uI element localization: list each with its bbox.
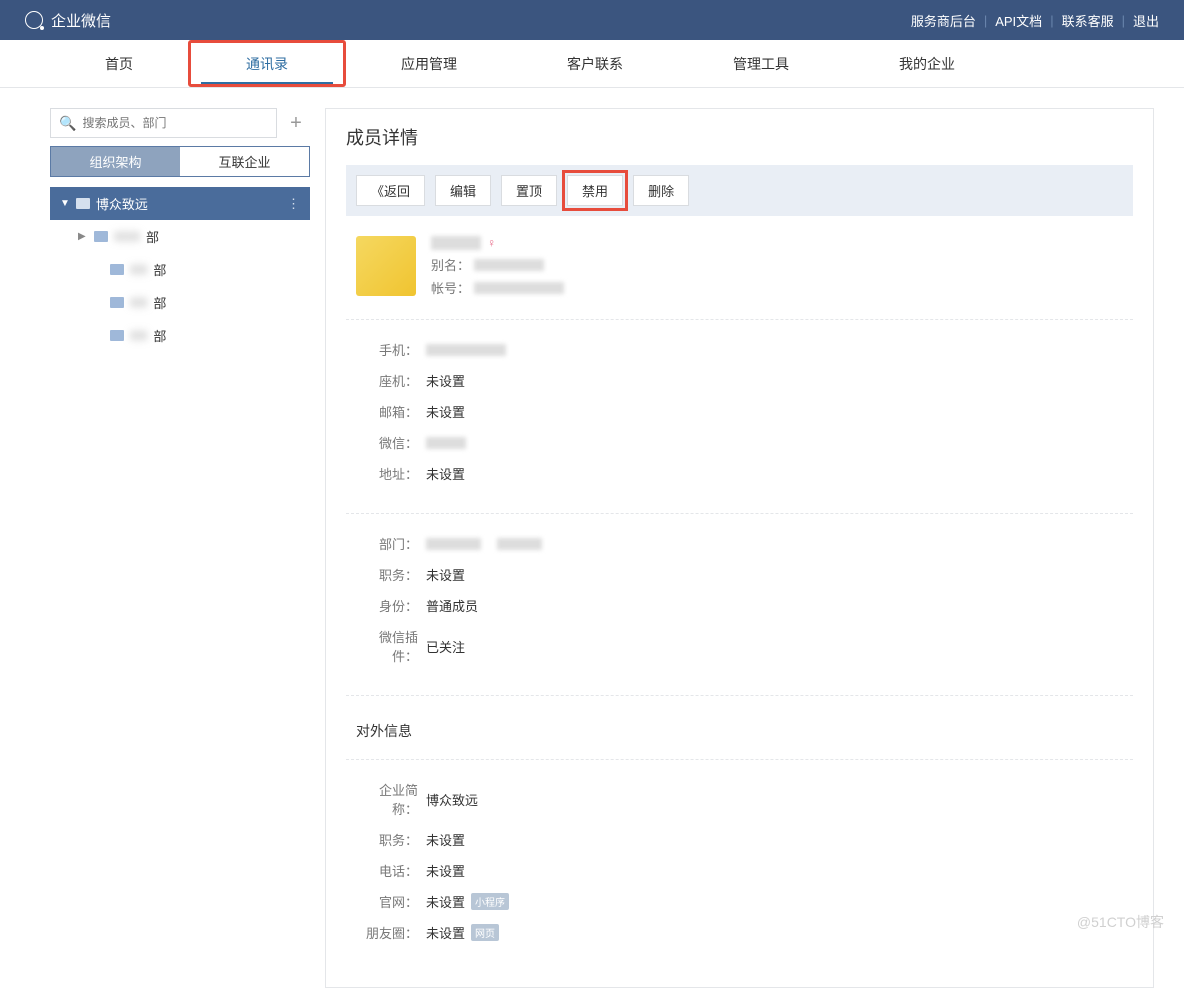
sidebar: 🔍 + 组织架构 互联企业 ▼ 博众致远 ⋮ ▶ XXX部 [50, 108, 310, 988]
brand-text: 企业微信 [51, 10, 111, 31]
search-box[interactable]: 🔍 [50, 108, 277, 138]
ext-company-value: 博众致远 [426, 790, 478, 809]
link-logout[interactable]: 退出 [1133, 11, 1159, 30]
page-title: 成员详情 [346, 124, 1133, 150]
org-tree: ▼ 博众致远 ⋮ ▶ XXX部 XX部 XX部 [50, 187, 310, 352]
gender-icon: ♀ [487, 236, 496, 250]
edit-button[interactable]: 编辑 [435, 175, 491, 206]
back-button[interactable]: 《返回 [356, 175, 425, 206]
root-name: 博众致远 [96, 194, 148, 213]
ext-position-value: 未设置 [426, 830, 465, 849]
tel-value: 未设置 [426, 371, 465, 390]
profile-header: ♀ 别名： 帐号： [346, 236, 1133, 320]
folder-icon [94, 231, 108, 242]
more-icon[interactable]: ⋮ [287, 196, 300, 212]
phone-value [426, 344, 506, 356]
delete-button[interactable]: 删除 [633, 175, 689, 206]
action-bar: 《返回 编辑 置顶 禁用 删除 [346, 165, 1133, 216]
profile-info: ♀ 别名： 帐号： [431, 236, 1123, 301]
org-section: 部门： 职务：未设置 身份：普通成员 微信插件：已关注 [346, 529, 1133, 696]
brand-area: 企业微信 [25, 10, 111, 31]
main-panel: 成员详情 《返回 编辑 置顶 禁用 删除 ♀ 别名： 帐号： 手机： 座机：未设… [325, 108, 1154, 988]
link-contact-support[interactable]: 联系客服 [1062, 11, 1114, 30]
folder-icon [110, 330, 124, 341]
tab-org-structure[interactable]: 组织架构 [51, 147, 180, 176]
dept-value [426, 536, 542, 551]
email-value: 未设置 [426, 402, 465, 421]
nav-apps[interactable]: 应用管理 [346, 40, 512, 87]
tree-item[interactable]: ▶ XXX部 [50, 220, 310, 253]
external-info-title: 对外信息 [346, 711, 1133, 760]
tree-item[interactable]: XX部 [50, 319, 310, 352]
folder-icon [110, 297, 124, 308]
tree-item[interactable]: XX部 [50, 286, 310, 319]
tree-item[interactable]: XX部 [50, 253, 310, 286]
tree-root[interactable]: ▼ 博众致远 ⋮ [50, 187, 310, 220]
ext-website-value: 未设置小程序 [426, 892, 509, 911]
chevron-right-icon: ▶ [78, 231, 88, 242]
chevron-down-icon: ▼ [60, 198, 70, 209]
add-button[interactable]: + [282, 109, 310, 137]
external-section: 企业简称：博众致远 职务：未设置 电话：未设置 官网：未设置小程序 朋友圈：未设… [346, 775, 1133, 972]
content-area: 🔍 + 组织架构 互联企业 ▼ 博众致远 ⋮ ▶ XXX部 [0, 88, 1184, 1008]
search-row: 🔍 + [50, 108, 310, 138]
nav-contacts[interactable]: 通讯录 [188, 40, 346, 87]
top-bar: 企业微信 服务商后台 | API文档 | 联系客服 | 退出 [0, 0, 1184, 40]
link-provider-backend[interactable]: 服务商后台 [911, 11, 976, 30]
nav-tools[interactable]: 管理工具 [678, 40, 844, 87]
miniprogram-badge: 小程序 [471, 893, 509, 910]
address-value: 未设置 [426, 464, 465, 483]
disable-button[interactable]: 禁用 [567, 175, 623, 206]
top-button[interactable]: 置顶 [501, 175, 557, 206]
identity-value: 普通成员 [426, 596, 478, 615]
folder-icon [110, 264, 124, 275]
contact-section: 手机： 座机：未设置 邮箱：未设置 微信： 地址：未设置 [346, 335, 1133, 514]
top-links: 服务商后台 | API文档 | 联系客服 | 退出 [911, 11, 1159, 30]
link-api-docs[interactable]: API文档 [995, 11, 1042, 30]
nav-customers[interactable]: 客户联系 [512, 40, 678, 87]
watermark: @51CTO博客 [1077, 912, 1164, 932]
ext-moments-value: 未设置网页 [426, 923, 499, 942]
wechat-value [426, 437, 466, 449]
main-nav: 首页 通讯录 应用管理 客户联系 管理工具 我的企业 [0, 40, 1184, 88]
position-value: 未设置 [426, 565, 465, 584]
folder-icon [76, 198, 90, 209]
tab-linked-company[interactable]: 互联企业 [180, 147, 309, 176]
webpage-badge: 网页 [471, 924, 499, 941]
sidebar-tabs: 组织架构 互联企业 [50, 146, 310, 177]
ext-phone-value: 未设置 [426, 861, 465, 880]
search-input[interactable] [82, 116, 268, 130]
nav-company[interactable]: 我的企业 [844, 40, 1010, 87]
nav-home[interactable]: 首页 [50, 40, 188, 87]
member-name [431, 236, 481, 250]
avatar [356, 236, 416, 296]
plugin-value: 已关注 [426, 637, 465, 656]
search-icon: 🔍 [59, 115, 76, 132]
logo-icon [25, 11, 43, 29]
